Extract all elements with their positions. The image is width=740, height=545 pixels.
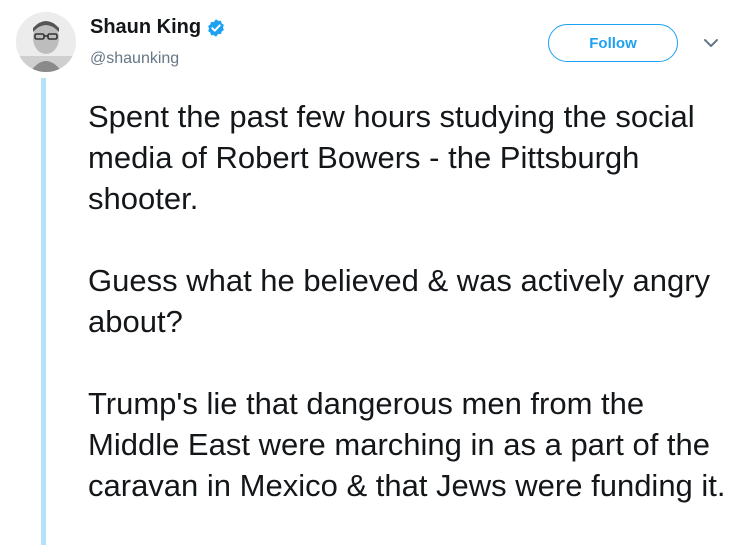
avatar[interactable] xyxy=(16,12,76,72)
thread-line xyxy=(41,78,46,545)
chevron-down-icon[interactable] xyxy=(702,36,720,50)
follow-button[interactable]: Follow xyxy=(548,24,678,62)
author-name-row: Shaun King xyxy=(90,16,226,39)
tweet-paragraph: Spent the past few hours studying the so… xyxy=(88,99,695,216)
tweet-paragraph: Guess what he believed & was actively an… xyxy=(88,263,711,339)
tweet-text: Spent the past few hours studying the so… xyxy=(88,96,728,506)
verified-badge-icon xyxy=(206,18,226,38)
author-display-name[interactable]: Shaun King xyxy=(90,16,201,39)
tweet-card: Shaun King @shaunking Follow Spent the p… xyxy=(0,0,740,545)
avatar-photo xyxy=(16,12,76,72)
tweet-paragraph: Trump's lie that dangerous men from the … xyxy=(88,386,726,503)
author-handle[interactable]: @shaunking xyxy=(90,50,179,68)
